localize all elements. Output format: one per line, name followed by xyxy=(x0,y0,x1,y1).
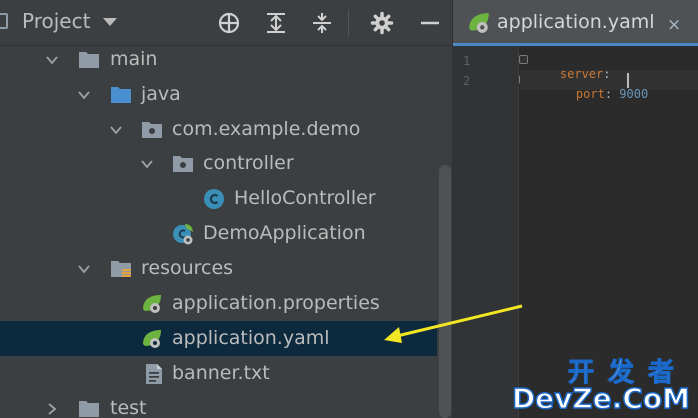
chevron-right-icon[interactable] xyxy=(44,401,60,417)
tree-node-controller[interactable]: controller xyxy=(0,146,437,181)
tree-node-label: java xyxy=(141,83,181,105)
hide-icon[interactable] xyxy=(418,11,442,35)
tree-node-application-properties[interactable]: application.properties xyxy=(0,286,437,321)
folder-icon xyxy=(79,52,99,68)
close-tab-icon[interactable]: × xyxy=(667,15,681,35)
watermark-bottom-text: DevZe.CoM xyxy=(511,381,691,416)
yaml-value: 9000 xyxy=(619,87,649,101)
editor-tab-bar: application.yaml × xyxy=(453,0,698,46)
tree-node-application-yaml[interactable]: application.yaml xyxy=(0,321,437,356)
spring-config-file-icon xyxy=(143,295,161,313)
tree-node-hello-controller[interactable]: HelloController xyxy=(0,181,437,216)
spring-config-file-icon xyxy=(143,330,161,348)
tree-node-com-example-demo[interactable]: com.example.demo xyxy=(0,112,437,147)
collapse-all-icon[interactable] xyxy=(310,11,334,35)
tree-node-java[interactable]: java xyxy=(0,77,437,112)
tree-node-label: application.properties xyxy=(172,292,380,314)
expand-all-icon[interactable] xyxy=(264,11,288,35)
tree-node-label: banner.txt xyxy=(172,362,270,384)
tree-node-test[interactable]: test xyxy=(0,391,437,418)
tree-node-main[interactable]: main xyxy=(0,42,437,77)
package-icon xyxy=(173,156,193,172)
gear-icon[interactable] xyxy=(370,11,394,35)
tree-node-banner-txt[interactable]: banner.txt xyxy=(0,356,437,391)
toolbar-separator xyxy=(348,10,349,36)
line-number: 1 xyxy=(463,54,471,68)
tree-node-label: DemoApplication xyxy=(203,222,366,244)
java-class-icon xyxy=(204,189,224,209)
yaml-colon: : xyxy=(604,87,620,101)
chevron-down-icon[interactable] xyxy=(139,156,155,172)
text-caret xyxy=(627,73,629,88)
tree-node-label: application.yaml xyxy=(172,327,330,349)
tree-node-label: resources xyxy=(141,257,234,279)
spring-config-file-icon xyxy=(469,13,489,33)
locate-icon[interactable] xyxy=(217,11,241,35)
chevron-down-icon[interactable] xyxy=(100,12,120,32)
fold-marker-icon[interactable] xyxy=(519,55,528,64)
code-line-2[interactable]: port: 9000 xyxy=(547,73,648,115)
spring-boot-class-icon xyxy=(173,224,193,245)
project-header: Project xyxy=(0,0,452,46)
tab-application-yaml[interactable]: application.yaml × xyxy=(453,0,698,46)
tree-scrollbar-thumb[interactable] xyxy=(439,165,451,418)
tab-label: application.yaml xyxy=(497,11,655,33)
tree-node-label: com.example.demo xyxy=(172,118,361,140)
package-icon xyxy=(142,122,162,138)
project-tool-window: Project main java com.example.demo contr… xyxy=(0,0,452,418)
project-view-title[interactable]: Project xyxy=(22,9,90,33)
chevron-down-icon[interactable] xyxy=(108,122,124,138)
tree-node-demo-application[interactable]: DemoApplication xyxy=(0,216,437,251)
yaml-key: port xyxy=(575,87,605,101)
line-number: 2 xyxy=(463,74,471,88)
chevron-down-icon[interactable] xyxy=(44,52,60,68)
tree-node-label: main xyxy=(110,48,158,70)
text-file-icon xyxy=(146,364,162,384)
tree-node-label: test xyxy=(110,397,147,418)
resources-folder-icon xyxy=(111,261,131,277)
chevron-down-icon[interactable] xyxy=(76,87,92,103)
chevron-down-icon[interactable] xyxy=(76,261,92,277)
tree-node-resources[interactable]: resources xyxy=(0,251,437,286)
tree-node-label: HelloController xyxy=(234,187,376,209)
folder-icon xyxy=(79,401,99,417)
project-view-icon xyxy=(0,13,8,29)
source-folder-icon xyxy=(111,87,131,103)
watermark-logo: 开发者 DevZe.CoM xyxy=(511,352,696,418)
tree-node-label: controller xyxy=(203,152,294,174)
line-number-gutter: 1 2 xyxy=(453,46,519,418)
